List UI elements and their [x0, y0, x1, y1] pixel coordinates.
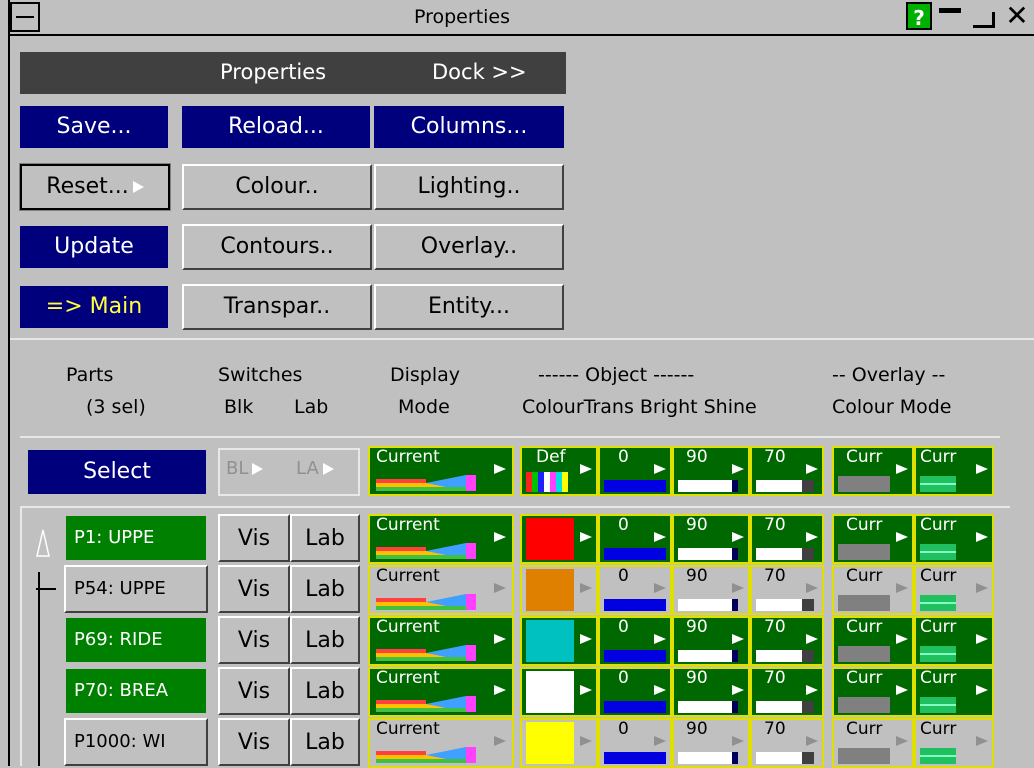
overlay-mode-cell-value: Curr	[920, 447, 957, 467]
overlay-colour-cell[interactable]: Curr	[832, 446, 914, 496]
dropdown-arrow-icon	[806, 464, 818, 474]
table-frame	[20, 506, 1010, 766]
bright-cell-value: 90	[686, 447, 708, 467]
dropdown-arrow-icon	[654, 464, 666, 474]
scroll-up-icon[interactable]	[36, 528, 50, 558]
window-border	[8, 36, 10, 766]
overlay-header: -- Overlay --	[832, 364, 946, 386]
object-header: ------ Object ------	[538, 364, 695, 386]
dropdown-arrow-icon	[494, 464, 506, 474]
divider	[10, 338, 1034, 340]
overlay-colour-cell-value: Curr	[846, 447, 883, 467]
panel-title: Properties	[220, 60, 327, 84]
system-menu-button[interactable]	[10, 2, 40, 32]
colour-button[interactable]: Colour..	[182, 164, 372, 210]
submenu-arrow-icon	[132, 181, 144, 193]
display-mode-label: Current	[376, 447, 440, 467]
blk-header: Blk	[224, 396, 254, 418]
colour-stripes-icon	[526, 472, 568, 492]
columns-button[interactable]: Columns...	[372, 104, 566, 150]
header-divider	[20, 436, 1000, 438]
la-arrow-icon	[322, 463, 334, 475]
parts-selected-count: (3 sel)	[86, 396, 146, 418]
update-button[interactable]: Update	[18, 224, 170, 270]
transpar-button[interactable]: Transpar..	[182, 284, 372, 330]
transparency-bar	[604, 480, 666, 492]
display-mode-cell[interactable]: Current	[368, 446, 514, 496]
shine-cell[interactable]: 70	[750, 446, 824, 496]
dropdown-arrow-icon	[976, 464, 988, 474]
contours-button[interactable]: Contours..	[182, 224, 372, 270]
bl-toggle[interactable]: BL	[226, 458, 264, 479]
display-header: Display	[390, 364, 461, 386]
close-button[interactable]: ✕	[1002, 0, 1032, 32]
switches-header: Switches	[218, 364, 303, 386]
trans-cell[interactable]: 0	[598, 446, 672, 496]
mode-header: Mode	[398, 396, 450, 418]
overlay-subheader: Colour Mode	[832, 396, 952, 418]
shine-cell-value: 70	[764, 447, 786, 467]
object-subheader: ColourTrans Bright Shine	[522, 396, 757, 418]
select-button[interactable]: Select	[26, 448, 208, 496]
scrollbar-thumb[interactable]	[36, 588, 56, 590]
colour-default-cell[interactable]: Def	[520, 446, 598, 496]
bright-cell[interactable]: 90	[672, 446, 750, 496]
colour-default-label: Def	[536, 447, 566, 467]
bl-label: BL	[226, 458, 249, 479]
maximize-button[interactable]	[968, 2, 998, 30]
overlay-button[interactable]: Overlay..	[374, 224, 564, 270]
overlay-mode-cell[interactable]: Curr	[914, 446, 994, 496]
reload-button[interactable]: Reload...	[180, 104, 372, 150]
reset-button[interactable]: Reset...	[19, 163, 171, 211]
main-button[interactable]: => Main	[18, 284, 170, 330]
la-toggle[interactable]: LA	[296, 458, 334, 479]
entity-button[interactable]: Entity...	[374, 284, 564, 330]
brightness-bar	[678, 480, 738, 492]
lighting-button[interactable]: Lighting..	[374, 164, 564, 210]
lab-header: Lab	[294, 396, 329, 418]
overlay-colour-swatch	[838, 476, 890, 492]
dropdown-arrow-icon	[896, 464, 908, 474]
reset-label: Reset...	[46, 174, 129, 199]
parts-header: Parts	[66, 364, 114, 386]
shine-bar	[756, 480, 814, 492]
la-label: LA	[296, 458, 319, 479]
trans-cell-value: 0	[618, 447, 629, 467]
window-title: Properties	[413, 6, 511, 28]
dock-button[interactable]: Dock >>	[432, 60, 527, 84]
dropdown-arrow-icon	[580, 464, 592, 474]
overlay-mode-grid-icon	[920, 476, 956, 492]
panel-header: Properties Dock >>	[20, 52, 566, 94]
dropdown-arrow-icon	[732, 464, 744, 474]
help-button[interactable]: ?	[906, 2, 932, 30]
bl-arrow-icon	[252, 463, 264, 475]
minimize-button[interactable]	[936, 2, 964, 30]
title-bar[interactable]: Properties	[8, 0, 1034, 36]
scrollbar-track[interactable]	[38, 572, 52, 766]
save-button[interactable]: Save...	[18, 104, 170, 150]
